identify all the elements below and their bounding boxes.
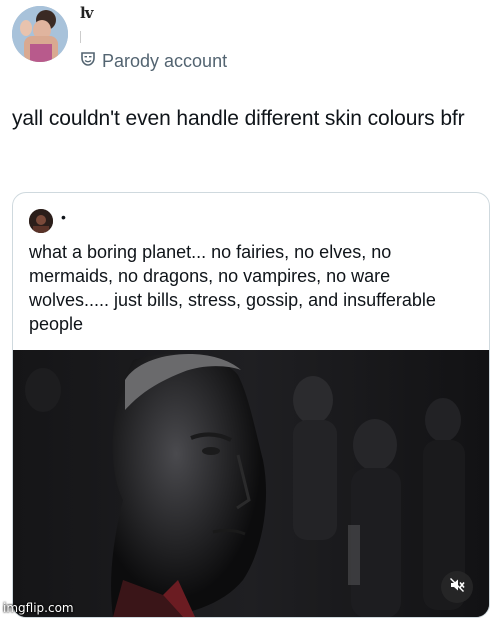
video-frame-image [13,350,489,617]
quoted-author-separator: • [61,209,66,225]
quoted-avatar[interactable] [29,209,53,233]
quoted-tweet-text: what a boring planet... no fairies, no e… [29,242,436,334]
watermark: imgflip.com [3,601,74,615]
theater-mask-icon [80,51,96,72]
divider [80,31,81,43]
parody-label: Parody account [102,51,228,71]
quoted-tweet-card[interactable]: • what a boring planet... no fairies, no… [12,192,490,618]
video-thumbnail[interactable] [13,350,489,617]
author-name[interactable]: lv [80,4,93,22]
mute-icon [449,577,465,598]
tweet-text: yall couldn't even handle different skin… [12,107,465,130]
parody-badge: Parody account [80,51,227,72]
avatar[interactable] [12,6,68,62]
mute-button[interactable] [441,571,473,603]
